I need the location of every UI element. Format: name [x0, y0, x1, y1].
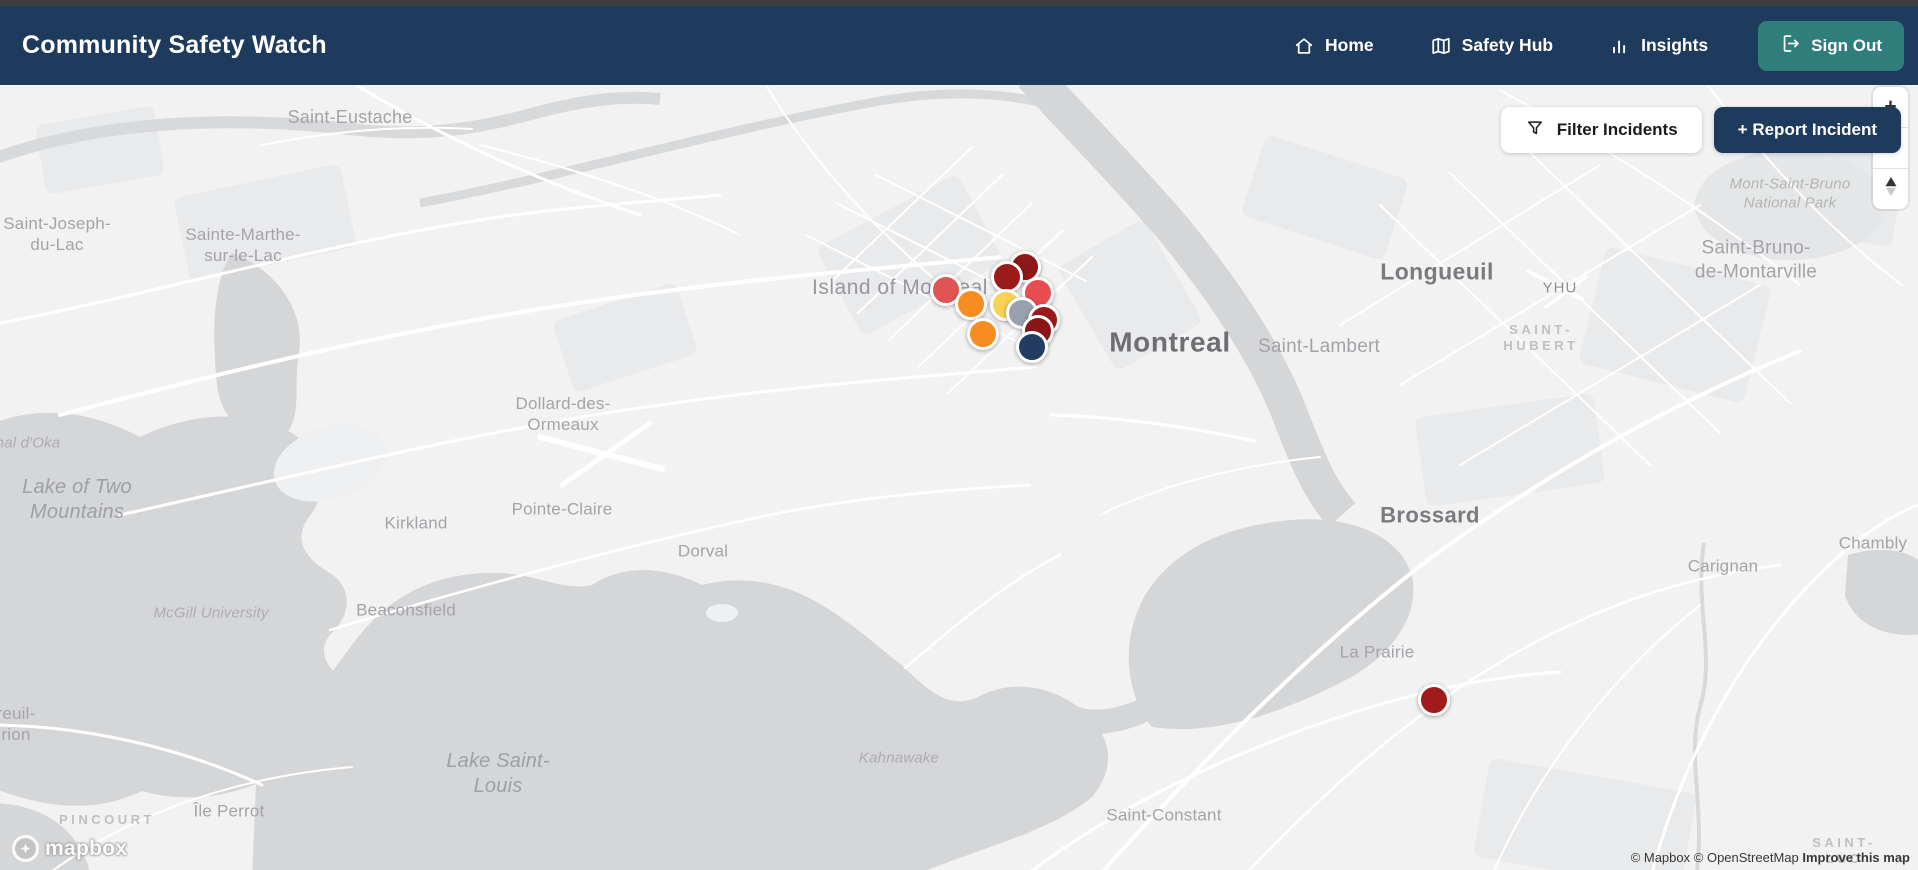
mapbox-logo-text: mapbox — [45, 836, 128, 860]
map-attribution: © Mapbox © OpenStreetMap Improve this ma… — [1631, 850, 1910, 865]
incident-marker[interactable] — [967, 318, 999, 350]
navbar-links: Home Safety Hub Insights Sign Out — [1293, 20, 1904, 71]
incident-marker[interactable] — [1418, 684, 1450, 716]
sign-out-icon — [1780, 33, 1801, 59]
nav-item-safety-hub[interactable]: Safety Hub — [1430, 35, 1553, 57]
nav-item-insights[interactable]: Insights — [1609, 35, 1708, 57]
app-title: Community Safety Watch — [22, 31, 327, 59]
bar-chart-icon — [1609, 35, 1631, 57]
nav-item-label: Home — [1325, 35, 1374, 55]
compass-button[interactable] — [1873, 169, 1908, 209]
navbar: Community Safety Watch Home Safety Hub I… — [0, 6, 1918, 85]
home-icon — [1293, 35, 1315, 57]
filter-incidents-label: Filter Incidents — [1556, 120, 1678, 139]
nav-item-label: Insights — [1641, 35, 1709, 55]
nav-item-label: Safety Hub — [1461, 35, 1554, 55]
map-action-buttons: Filter Incidents + Report Incident — [1500, 107, 1901, 153]
app-root: Community Safety Watch Home Safety Hub I… — [0, 0, 1918, 870]
map-canvas[interactable]: Saint-Eustache Saint-Joseph- du-Lac Sainte… — [0, 85, 1918, 870]
incident-marker[interactable] — [955, 288, 987, 320]
incident-marker[interactable] — [1016, 331, 1048, 363]
report-incident-button[interactable]: + Report Incident — [1713, 107, 1901, 153]
attribution-osm-link[interactable]: © OpenStreetMap — [1694, 850, 1799, 865]
sign-out-button[interactable]: Sign Out — [1758, 20, 1904, 71]
map-icon — [1430, 35, 1452, 57]
incident-markers-layer — [0, 85, 1918, 870]
mapbox-logo-icon — [12, 835, 39, 862]
sign-out-label: Sign Out — [1811, 35, 1882, 55]
compass-needle-icon — [1882, 175, 1900, 204]
attribution-improve-link[interactable]: Improve this map — [1802, 850, 1910, 865]
attribution-mapbox-link[interactable]: © Mapbox — [1631, 850, 1690, 865]
nav-item-home[interactable]: Home — [1293, 35, 1374, 57]
funnel-icon — [1525, 118, 1545, 143]
filter-incidents-button[interactable]: Filter Incidents — [1500, 107, 1702, 153]
mapbox-logo[interactable]: mapbox — [12, 835, 127, 862]
